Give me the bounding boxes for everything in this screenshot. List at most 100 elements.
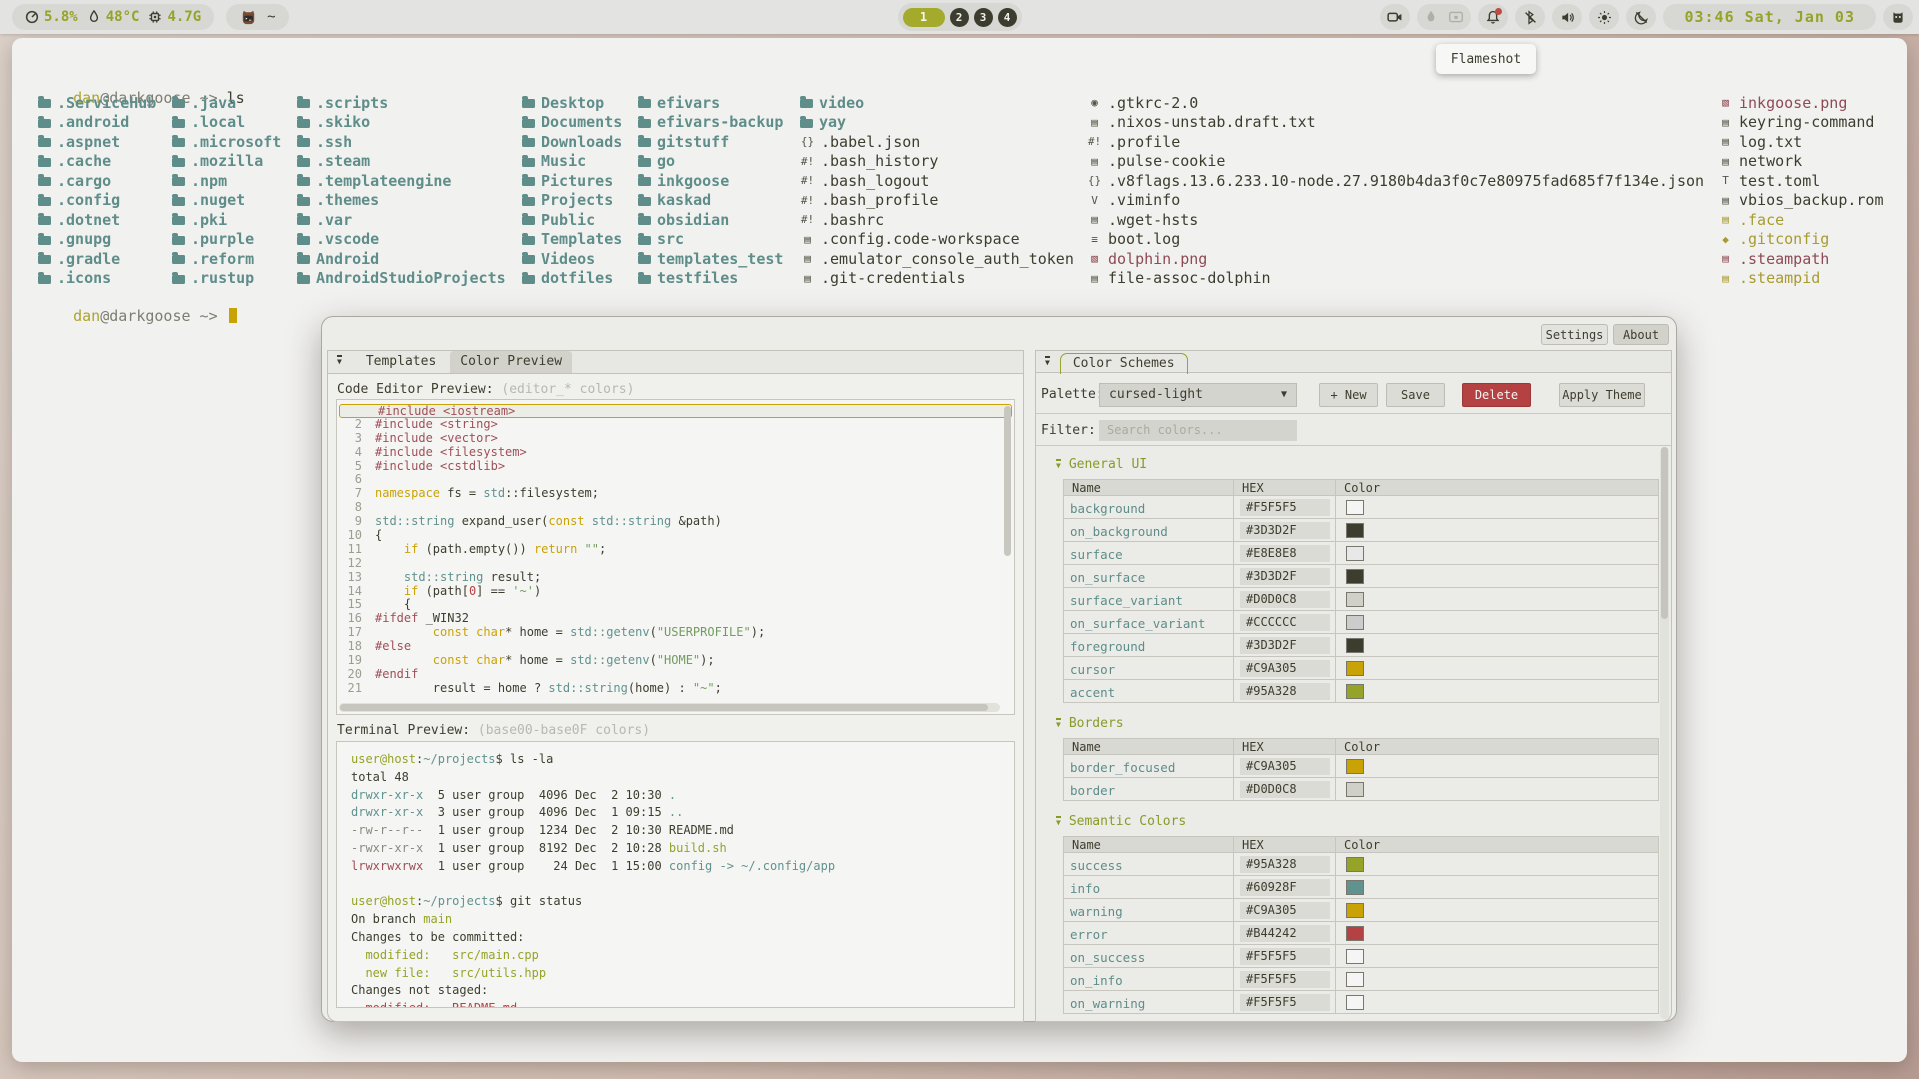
palette-select[interactable]: cursed-light ▼ <box>1099 383 1297 407</box>
color-row-border[interactable]: border#D0D0C8 <box>1064 778 1659 801</box>
hex-value-field[interactable]: #C9A305 <box>1240 902 1330 919</box>
collapse-arrow-icon[interactable]: ▼ <box>1056 816 1061 827</box>
hex-value-field[interactable]: #F5F5F5 <box>1240 499 1330 516</box>
terminal-token: $ ls -la <box>496 752 554 766</box>
color-swatch[interactable] <box>1346 782 1364 797</box>
color-swatch[interactable] <box>1346 903 1364 918</box>
color-swatch[interactable] <box>1346 759 1364 774</box>
delete-button[interactable]: Delete <box>1462 383 1531 407</box>
collapse-arrow-icon[interactable]: ▼ <box>1056 459 1061 470</box>
hex-value-field[interactable]: #B44242 <box>1240 925 1330 942</box>
color-swatch[interactable] <box>1346 615 1364 630</box>
clock-pill[interactable]: 03:46 Sat, Jan 03 <box>1663 4 1876 30</box>
screen-lock-icon[interactable] <box>1448 10 1464 24</box>
volume-button[interactable] <box>1552 4 1582 30</box>
workspace-1-active[interactable]: 1 <box>903 8 945 27</box>
color-swatch[interactable] <box>1346 569 1364 584</box>
color-row-surface[interactable]: surface#E8E8E8 <box>1064 542 1659 565</box>
code-vertical-scrollbar[interactable] <box>1004 406 1011 556</box>
color-row-warning[interactable]: warning#C9A305 <box>1064 899 1659 922</box>
hex-value-field[interactable]: #3D3D2F <box>1240 637 1330 654</box>
tab-color-preview[interactable]: Color Preview <box>450 351 572 373</box>
file-icon: ▧ <box>1718 96 1733 109</box>
color-row-info[interactable]: info#60928F <box>1064 876 1659 899</box>
flame-icon <box>87 10 101 24</box>
color-swatch[interactable] <box>1346 500 1364 515</box>
sun-icon <box>1597 10 1612 25</box>
color-swatch[interactable] <box>1346 926 1364 941</box>
hex-value-field[interactable]: #CCCCCC <box>1240 614 1330 631</box>
hex-value-field[interactable]: #F5F5F5 <box>1240 948 1330 965</box>
code-hscroll-thumb[interactable] <box>340 704 988 711</box>
hex-value-field[interactable]: #D0D0C8 <box>1240 591 1330 608</box>
workspace-2[interactable]: 2 <box>950 8 969 27</box>
color-row-error[interactable]: error#B44242 <box>1064 922 1659 945</box>
color-row-on_info[interactable]: on_info#F5F5F5 <box>1064 968 1659 991</box>
color-swatch[interactable] <box>1346 995 1364 1010</box>
color-row-background[interactable]: background#F5F5F5 <box>1064 496 1659 519</box>
hex-value-field[interactable]: #3D3D2F <box>1240 568 1330 585</box>
code-horizontal-scrollbar[interactable] <box>339 703 1000 712</box>
hex-value-field[interactable]: #F5F5F5 <box>1240 994 1330 1011</box>
brightness-button[interactable] <box>1589 4 1619 30</box>
hex-value-field[interactable]: #95A328 <box>1240 683 1330 700</box>
hex-value-field[interactable]: #D0D0C8 <box>1240 781 1330 798</box>
notifications-button[interactable] <box>1478 4 1508 30</box>
color-swatch[interactable] <box>1346 638 1364 653</box>
bluetooth-button[interactable] <box>1515 4 1545 30</box>
tray-apps-pill[interactable] <box>1417 4 1471 30</box>
workspace-4[interactable]: 4 <box>998 8 1017 27</box>
apply-theme-button[interactable]: Apply Theme <box>1559 383 1645 407</box>
color-row-on_surface[interactable]: on_surface#3D3D2F <box>1064 565 1659 588</box>
color-row-cursor[interactable]: cursor#C9A305 <box>1064 657 1659 680</box>
hex-value-field[interactable]: #3D3D2F <box>1240 522 1330 539</box>
hex-value-field[interactable]: #95A328 <box>1240 856 1330 873</box>
settings-button[interactable]: Settings <box>1541 324 1608 345</box>
color-row-on_background[interactable]: on_background#3D3D2F <box>1064 519 1659 542</box>
color-row-on_success[interactable]: on_success#F5F5F5 <box>1064 945 1659 968</box>
color-swatch[interactable] <box>1346 880 1364 895</box>
tab-templates[interactable]: Templates <box>356 351 446 373</box>
collapse-arrow-icon[interactable]: ▼ <box>337 355 342 366</box>
workspace-3[interactable]: 3 <box>974 8 993 27</box>
color-row-surface_variant[interactable]: surface_variant#D0D0C8 <box>1064 588 1659 611</box>
color-swatch[interactable] <box>1346 857 1364 872</box>
color-row-border_focused[interactable]: border_focused#C9A305 <box>1064 755 1659 778</box>
color-row-foreground[interactable]: foreground#3D3D2F <box>1064 634 1659 657</box>
about-button[interactable]: About <box>1613 324 1669 345</box>
collapse-arrow-icon[interactable]: ▼ <box>1056 718 1061 729</box>
hex-value-field[interactable]: #C9A305 <box>1240 758 1330 775</box>
new-palette-button[interactable]: + New <box>1319 383 1378 407</box>
flameshot-icon[interactable] <box>1424 10 1438 24</box>
color-swatch[interactable] <box>1346 546 1364 561</box>
color-swatch[interactable] <box>1346 684 1364 699</box>
tray-owl-button[interactable] <box>1883 4 1913 30</box>
hex-value-field[interactable]: #F5F5F5 <box>1240 971 1330 988</box>
night-light-button[interactable] <box>1626 4 1656 30</box>
entry-name: log.txt <box>1739 133 1802 151</box>
color-swatch[interactable] <box>1346 949 1364 964</box>
color-row-on_warning[interactable]: on_warning#F5F5F5 <box>1064 991 1659 1014</box>
terminal-app-pill[interactable]: ~ <box>226 4 288 30</box>
system-stats-pill[interactable]: 5.8% 48°C 4.7G <box>12 4 214 30</box>
screen-record-button[interactable] <box>1380 4 1410 30</box>
prompt-line-2[interactable]: dan@darkgoose ~> <box>37 289 237 343</box>
entry-name: .gnupg <box>57 230 111 248</box>
color-swatch[interactable] <box>1346 592 1364 607</box>
color-row-success[interactable]: success#95A328 <box>1064 853 1659 876</box>
save-button[interactable]: Save <box>1386 383 1445 407</box>
hex-value-field[interactable]: #E8E8E8 <box>1240 545 1330 562</box>
color-swatch[interactable] <box>1346 661 1364 676</box>
panel-scrollbar[interactable] <box>1660 447 1669 1019</box>
file-item: ▤.config.code-workspace <box>800 230 1074 250</box>
color-row-on_surface_variant[interactable]: on_surface_variant#CCCCCC <box>1064 611 1659 634</box>
color-swatch[interactable] <box>1346 972 1364 987</box>
collapse-arrow-icon[interactable]: ▼ <box>1045 356 1050 367</box>
hex-value-field[interactable]: #60928F <box>1240 879 1330 896</box>
entry-name: .ssh <box>316 133 352 151</box>
color-swatch[interactable] <box>1346 523 1364 538</box>
panel-scrollbar-thumb[interactable] <box>1661 447 1668 619</box>
color-row-accent[interactable]: accent#95A328 <box>1064 680 1659 703</box>
filter-input[interactable] <box>1099 420 1297 441</box>
hex-value-field[interactable]: #C9A305 <box>1240 660 1330 677</box>
